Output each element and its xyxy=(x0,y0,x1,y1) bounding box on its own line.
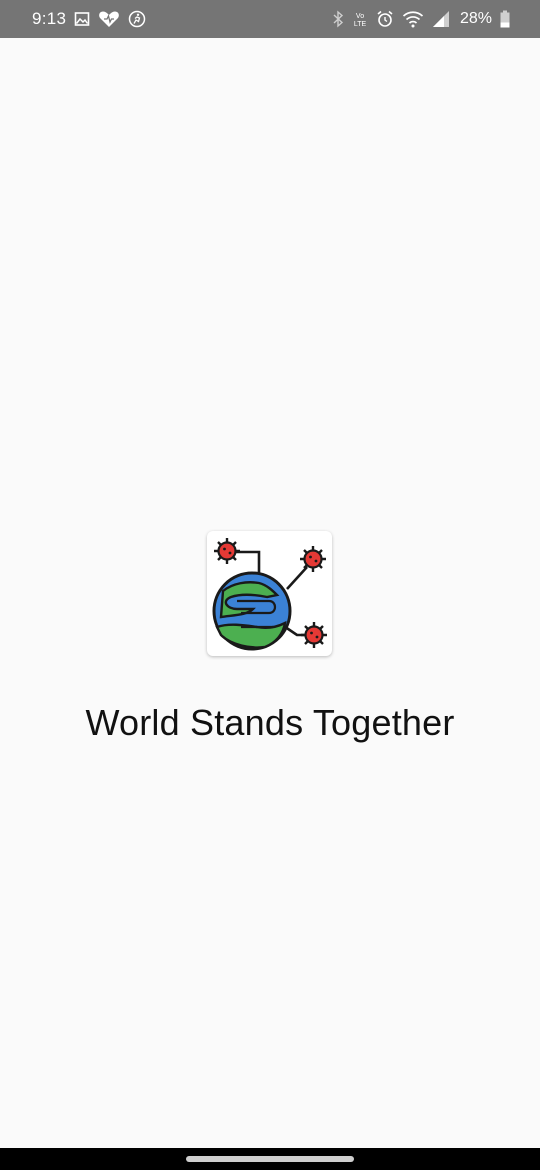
battery-percent: 28% xyxy=(459,10,492,27)
gallery-icon xyxy=(74,11,90,27)
status-bar-left: 9:13 xyxy=(32,9,146,29)
home-gesture-handle[interactable] xyxy=(186,1156,354,1162)
alarm-icon xyxy=(376,10,394,28)
health-heart-icon xyxy=(98,10,120,28)
status-bar: 9:13 Vo LTE 28% xyxy=(0,0,540,38)
app-title: World Stands Together xyxy=(85,702,455,743)
fitness-icon xyxy=(128,10,146,28)
battery-icon xyxy=(500,10,510,28)
navigation-bar xyxy=(0,1148,540,1170)
splash-content: World Stands Together xyxy=(0,38,540,1148)
status-bar-right: Vo LTE 28% xyxy=(332,10,510,28)
bluetooth-icon xyxy=(332,10,344,28)
svg-text:LTE: LTE xyxy=(354,21,367,28)
svg-text:Vo: Vo xyxy=(356,13,364,20)
globe-virus-icon xyxy=(207,531,332,656)
signal-icon xyxy=(432,10,450,28)
volte-icon: Vo LTE xyxy=(352,10,368,28)
wifi-icon xyxy=(402,10,424,28)
splash-screen: 9:13 Vo LTE 28% World Stands Together xyxy=(0,0,540,1170)
status-time: 9:13 xyxy=(32,9,67,28)
